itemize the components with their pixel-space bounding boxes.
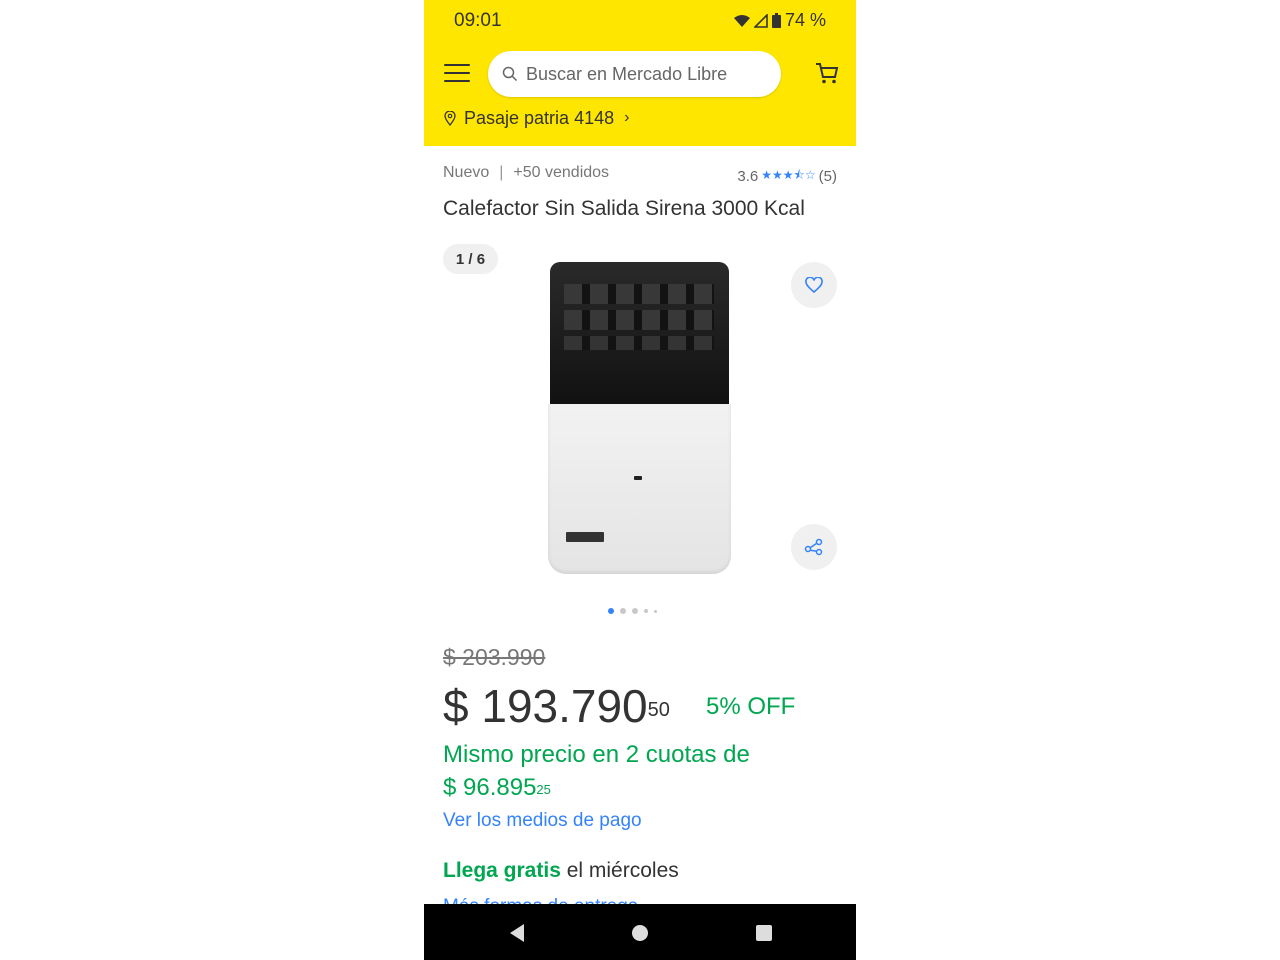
status-time: 09:01 [454,10,502,31]
installment-amount: $ 96.895 [443,774,537,801]
original-price: $ 203.990 [443,644,546,670]
shipping-day: el miércoles [566,859,679,882]
signal-icon [753,13,768,28]
heater-body [548,404,731,574]
recents-icon[interactable] [756,925,772,941]
status-bar: 09:01 74 % [424,0,856,42]
sold-count: +50 vendidos [513,164,610,181]
shipping-info: Llega gratis el miércoles [443,859,679,883]
chevron-right-icon: › [624,109,630,126]
favorite-button[interactable] [791,262,837,308]
installment-price: $ 96.89525 [443,771,843,804]
carousel-indicator [608,608,657,614]
battery-level: 74 % [784,10,826,30]
image-counter: 1 / 6 [443,244,498,274]
discount-badge: 5% OFF [706,693,796,720]
delivery-location[interactable]: Pasaje patria 4148 › [444,106,629,130]
delivery-options-link[interactable]: Más formas de entrega [443,896,638,904]
home-icon[interactable] [632,925,648,941]
rating-count: (5) [818,168,837,185]
star-icon: ★★★⯪☆ [761,168,816,182]
share-button[interactable] [791,524,837,570]
android-nav-bar [424,904,856,960]
free-shipping-label: Llega gratis [443,859,561,882]
product-image[interactable] [548,262,731,574]
product-meta: Nuevo | +50 vendidos [443,164,609,182]
installment-cents: 25 [536,782,551,797]
search-input[interactable] [526,61,766,87]
payment-methods-link[interactable]: Ver los medios de pago [443,810,642,832]
rating-value: 3.6 [737,168,759,185]
wifi-icon [733,14,750,27]
back-icon[interactable] [508,923,526,943]
status-icons: 74 % [733,10,826,31]
header: 09:01 74 % Buscar en Mercado Libre Pasaj… [424,0,856,146]
battery-icon [771,13,781,28]
search-bar[interactable] [488,51,781,97]
installments-info: Mismo precio en 2 cuotas de $ 96.89525 [443,738,843,804]
condition-label: Nuevo [443,164,490,181]
search-icon [502,66,518,82]
location-pin-icon [444,110,456,126]
price-main: $ 193.790 [443,680,648,732]
cart-icon[interactable] [814,60,840,91]
location-text: Pasaje patria 4148 [464,107,615,128]
share-icon [804,538,823,556]
product-title: Calefactor Sin Salida Sirena 3000 Kcal [443,197,805,220]
current-price: $ 193.79050 [443,678,670,734]
installments-line: Mismo precio en 2 cuotas de [443,741,750,768]
meta-separator: | [499,164,504,181]
price-cents: 50 [647,699,670,721]
phone-screen: 09:01 74 % Buscar en Mercado Libre Pasaj… [424,0,856,960]
heater-top [550,262,729,407]
rating[interactable]: 3.6 ★★★⯪☆ (5) [737,166,837,187]
heart-icon [805,277,823,293]
menu-icon[interactable] [444,62,470,84]
